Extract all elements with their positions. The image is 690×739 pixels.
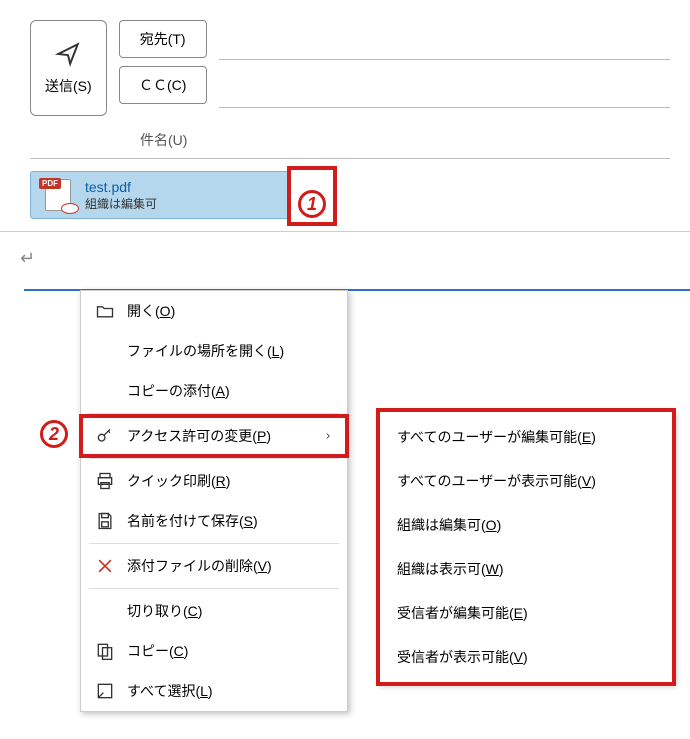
message-body[interactable]: ↵ (0, 232, 690, 285)
save-icon (95, 511, 115, 531)
menu-attach-copy[interactable]: コピーの添付(A) (81, 371, 347, 411)
to-button[interactable]: 宛先(T) (119, 20, 207, 58)
key-icon (95, 426, 115, 446)
menu-copy[interactable]: コピー(C) (81, 631, 347, 671)
cc-input[interactable] (219, 68, 670, 108)
cc-button[interactable]: ＣＣ(C) (119, 66, 207, 104)
perm-recipient-edit[interactable]: 受信者が編集可能(E) (379, 591, 673, 635)
attachment-chip[interactable]: PDF test.pdf 組織は編集可 (30, 171, 290, 219)
callout-2: 2 (40, 420, 68, 448)
menu-cut[interactable]: 切り取り(C) (81, 591, 347, 631)
close-icon (95, 556, 115, 576)
printer-icon (95, 471, 115, 491)
menu-separator (89, 458, 339, 459)
attachment-permission: 組織は編集可 (85, 195, 157, 212)
menu-separator (89, 413, 339, 414)
perm-anyone-edit[interactable]: すべてのユーザーが編集可能(E) (379, 415, 673, 459)
menu-separator (89, 543, 339, 544)
menu-remove-attachment[interactable]: 添付ファイルの削除(V) (81, 546, 347, 586)
recipient-inputs (219, 20, 670, 108)
menu-open[interactable]: 開く(O) (81, 291, 347, 331)
menu-save-as[interactable]: 名前を付けて保存(S) (81, 501, 347, 541)
send-icon (55, 41, 81, 70)
pdf-icon: PDF (41, 178, 75, 212)
perm-org-view[interactable]: 組織は表示可(W) (379, 547, 673, 591)
subject-label: 件名(U) (140, 130, 220, 150)
attachment-filename: test.pdf (85, 179, 157, 195)
send-button[interactable]: 送信(S) (30, 20, 107, 116)
menu-select-all[interactable]: すべて選択(L) (81, 671, 347, 711)
perm-org-edit[interactable]: 組織は編集可(O) (379, 503, 673, 547)
compose-header: 送信(S) 宛先(T) ＣＣ(C) 件名(U) PDF test.pdf (0, 0, 690, 232)
perm-anyone-view[interactable]: すべてのユーザーが表示可能(V) (379, 459, 673, 503)
menu-separator (89, 588, 339, 589)
to-input[interactable] (219, 20, 670, 60)
copy-icon (95, 641, 115, 661)
folder-icon (95, 301, 115, 321)
attachment-context-menu: 開く(O) ファイルの場所を開く(L) コピーの添付(A) アクセス許可の変更(… (80, 290, 348, 712)
chevron-right-icon (323, 428, 333, 444)
menu-change-permissions[interactable]: アクセス許可の変更(P) (81, 416, 347, 456)
send-label: 送信(S) (45, 76, 92, 96)
callout-1: 1 (298, 190, 326, 218)
select-all-icon (95, 681, 115, 701)
menu-open-location[interactable]: ファイルの場所を開く(L) (81, 331, 347, 371)
permission-submenu: すべてのユーザーが編集可能(E) すべてのユーザーが表示可能(V) 組織は編集可… (378, 410, 674, 684)
perm-recipient-view[interactable]: 受信者が表示可能(V) (379, 635, 673, 679)
menu-quick-print[interactable]: クイック印刷(R) (81, 461, 347, 501)
